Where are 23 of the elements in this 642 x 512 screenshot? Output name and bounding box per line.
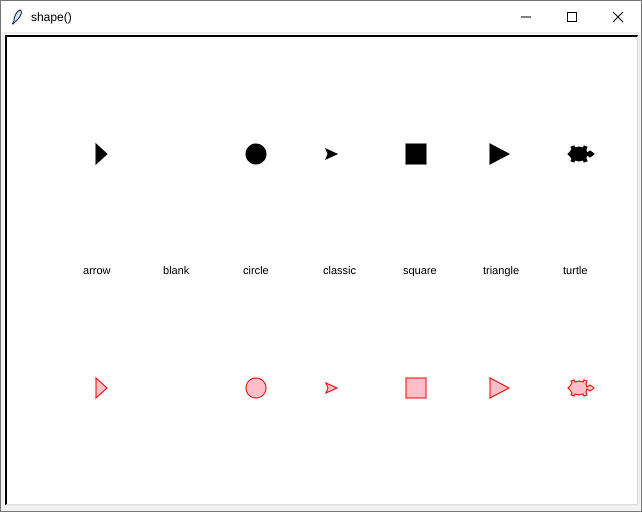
arrow-shape <box>96 142 108 166</box>
close-icon <box>612 10 624 22</box>
triangle-shape <box>490 377 510 399</box>
square-shape <box>406 378 426 398</box>
triangle-shape <box>490 143 510 165</box>
classic-arrow-shape <box>325 382 338 394</box>
shape-label: blank <box>163 265 190 277</box>
square-shape <box>406 144 426 164</box>
shape-label: circle <box>243 265 269 277</box>
circle-shape <box>246 378 266 398</box>
turtle-shape <box>567 145 595 163</box>
feather-icon <box>9 8 25 24</box>
shape-label: triangle <box>483 265 520 277</box>
shape-label: arrow <box>83 265 111 277</box>
shape-label: square <box>403 265 437 277</box>
shape-label: turtle <box>563 265 588 277</box>
turtle-shape <box>567 379 595 397</box>
maximize-icon <box>566 10 578 22</box>
window-title: shape() <box>31 10 73 24</box>
circle-shape <box>246 144 266 164</box>
classic-arrow-shape <box>325 148 338 160</box>
arrow-shape <box>96 376 108 400</box>
shape-label: classic <box>323 265 356 277</box>
